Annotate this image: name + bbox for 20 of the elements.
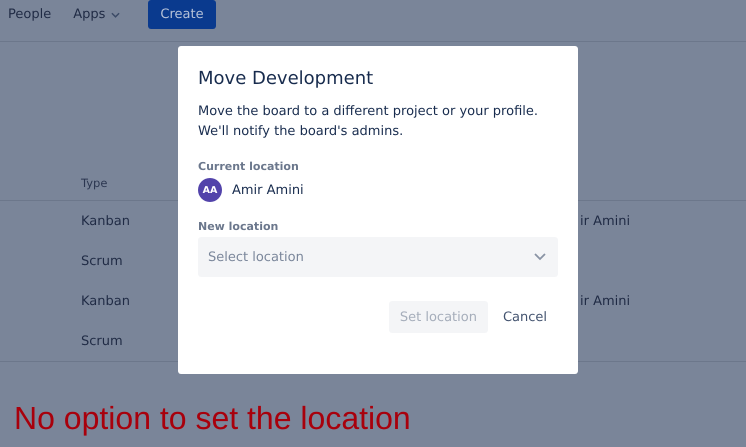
column-header: Type <box>81 176 108 190</box>
dialog-title: Move Development <box>198 67 374 91</box>
user-name: Amir Amini <box>232 182 304 198</box>
table-cell: Scrum <box>81 254 123 268</box>
field-label: New location <box>198 220 280 233</box>
cancel-button[interactable]: Cancel <box>492 301 558 333</box>
dialog-description: Move the board to a different project or your profile. We'll notify the board's admins. <box>198 103 539 141</box>
table-cell: Kanban <box>81 294 130 308</box>
annotation-text: No option to set the location <box>14 400 412 437</box>
location-dropdown[interactable]: Select location <box>198 237 558 277</box>
table-cell: ir Amini <box>580 294 630 308</box>
nav-menu-item[interactable]: People <box>8 0 52 29</box>
table-cell: ir Amini <box>580 214 630 228</box>
create-button[interactable]: Create <box>148 0 216 29</box>
table-cell: Kanban <box>81 214 130 228</box>
chevron-down-icon <box>534 253 546 261</box>
field-label: Current location <box>198 160 300 173</box>
avatar: AA <box>198 178 222 202</box>
table-cell: Scrum <box>81 334 123 348</box>
nav-menu-item[interactable]: Apps <box>73 0 120 29</box>
